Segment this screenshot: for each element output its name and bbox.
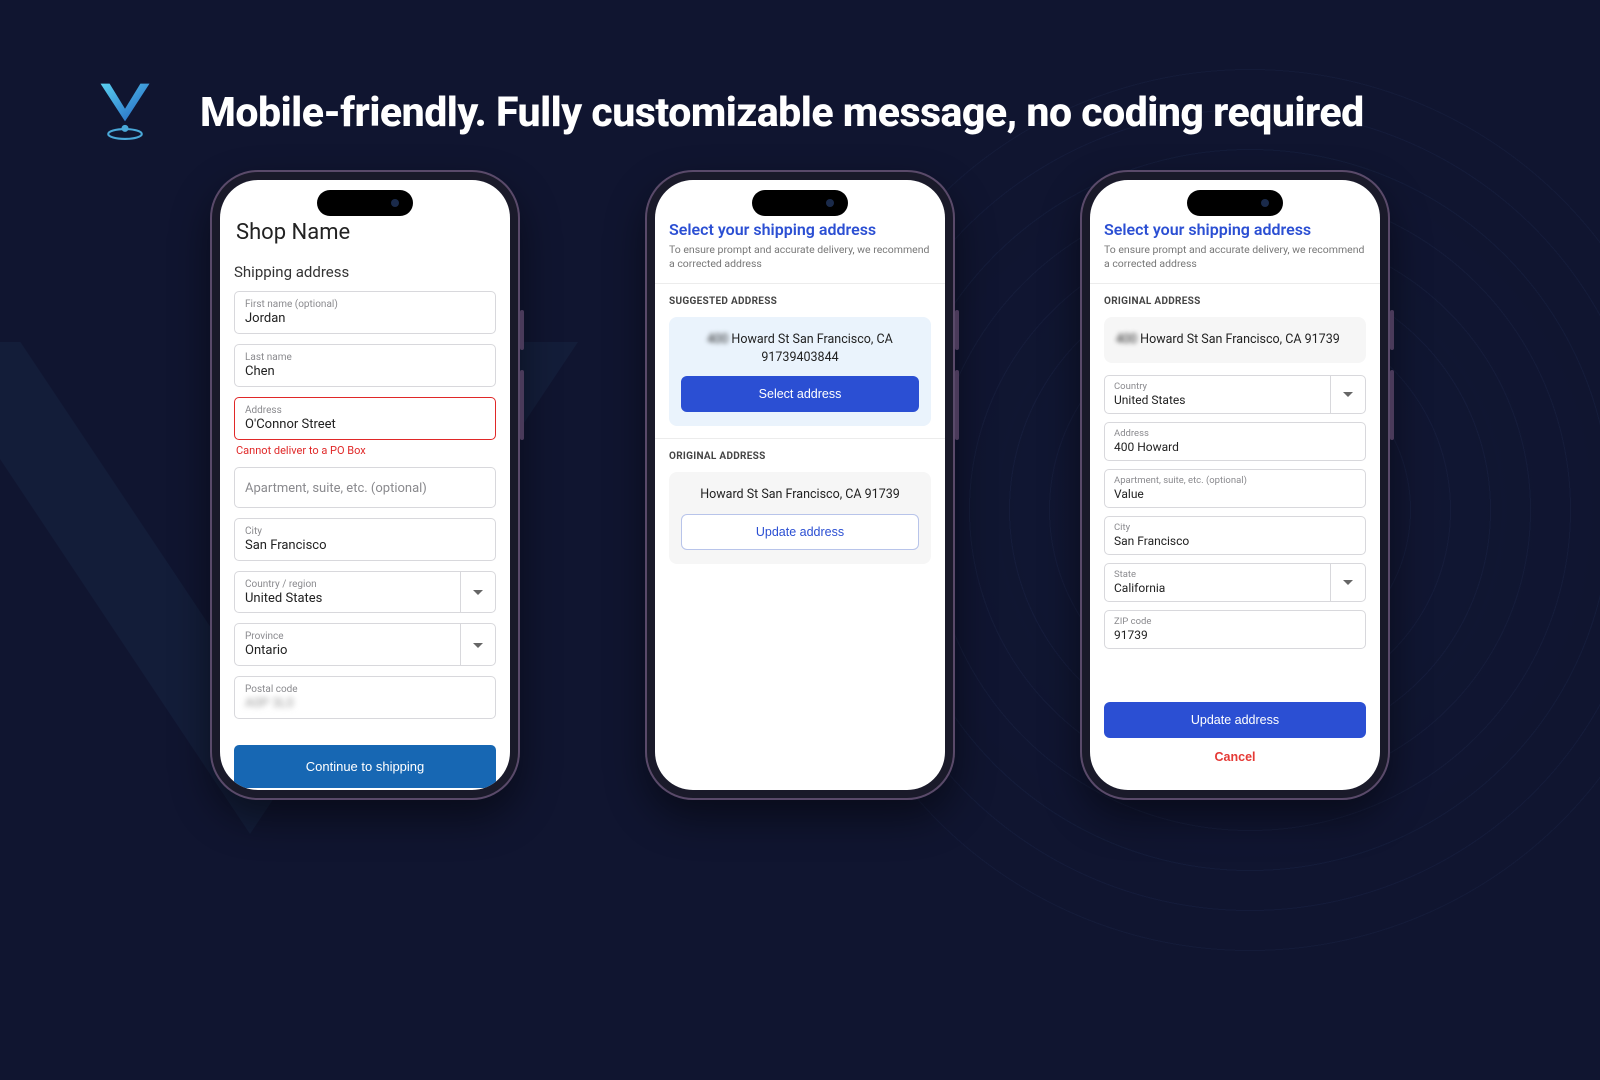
chevron-down-icon (473, 643, 483, 648)
address-field[interactable]: Address O'Connor Street (234, 397, 496, 440)
modal-title: Select your shipping address (669, 220, 931, 239)
headline: Mobile-friendly. Fully customizable mess… (200, 89, 1364, 137)
phone-mock-suggested: Select your shipping address To ensure p… (645, 170, 955, 800)
apartment-field[interactable]: Apartment, suite, etc. (optional) Value (1104, 469, 1366, 508)
original-address-text: Howard St San Francisco, CA 91739 (681, 486, 919, 504)
suggested-address-text: 400 Howard St San Francisco, CA 91739403… (681, 331, 919, 366)
last-name-field[interactable]: Last name Chen (234, 344, 496, 387)
zip-field[interactable]: ZIP code 91739 (1104, 610, 1366, 649)
city-field[interactable]: City San Francisco (234, 518, 496, 561)
postal-code-field[interactable]: Postal code A0P 3L0 (234, 676, 496, 719)
modal-subtitle: To ensure prompt and accurate delivery, … (1104, 243, 1366, 271)
return-to-cart-link[interactable]: Return to cart (234, 788, 496, 790)
province-select[interactable]: Province Ontario (234, 623, 496, 666)
original-address-label: ORIGINAL ADDRESS (1104, 296, 1366, 307)
original-address-card: 400 Howard St San Francisco, CA 91739 (1104, 317, 1366, 363)
modal-title: Select your shipping address (1104, 220, 1366, 239)
divider (655, 438, 945, 439)
original-address-card: Howard St San Francisco, CA 91739 Update… (669, 472, 931, 564)
chevron-down-icon (1343, 580, 1353, 585)
city-field[interactable]: City San Francisco (1104, 516, 1366, 555)
modal-subtitle: To ensure prompt and accurate delivery, … (669, 243, 931, 271)
update-address-button[interactable]: Update address (681, 514, 919, 550)
suggested-address-label: SUGGESTED ADDRESS (669, 296, 931, 307)
suggested-address-card: 400 Howard St San Francisco, CA 91739403… (669, 317, 931, 426)
continue-to-shipping-button[interactable]: Continue to shipping (234, 745, 496, 788)
first-name-field[interactable]: First name (optional) Jordan (234, 291, 496, 334)
divider (655, 283, 945, 284)
state-select[interactable]: State California (1104, 563, 1366, 602)
apartment-field[interactable]: Apartment, suite, etc. (optional) (234, 467, 496, 508)
cancel-button[interactable]: Cancel (1104, 738, 1366, 776)
chevron-down-icon (1343, 392, 1353, 397)
chevron-down-icon (473, 590, 483, 595)
update-address-button[interactable]: Update address (1104, 702, 1366, 738)
address-error-msg: Cannot deliver to a PO Box (236, 444, 496, 457)
section-shipping-address: Shipping address (234, 263, 496, 281)
select-address-button[interactable]: Select address (681, 376, 919, 412)
phone-mock-edit-address: Select your shipping address To ensure p… (1080, 170, 1390, 800)
shop-name: Shop Name (234, 220, 496, 245)
country-select[interactable]: Country United States (1104, 375, 1366, 414)
original-address-label: ORIGINAL ADDRESS (669, 451, 931, 462)
address-field[interactable]: Address 400 Howard (1104, 422, 1366, 461)
original-address-text: 400 Howard St San Francisco, CA 91739 (1116, 331, 1354, 349)
divider (1090, 283, 1380, 284)
phone-mock-checkout: Shop Name Shipping address First name (o… (210, 170, 520, 800)
app-logo (90, 78, 160, 148)
country-select[interactable]: Country / region United States (234, 571, 496, 614)
